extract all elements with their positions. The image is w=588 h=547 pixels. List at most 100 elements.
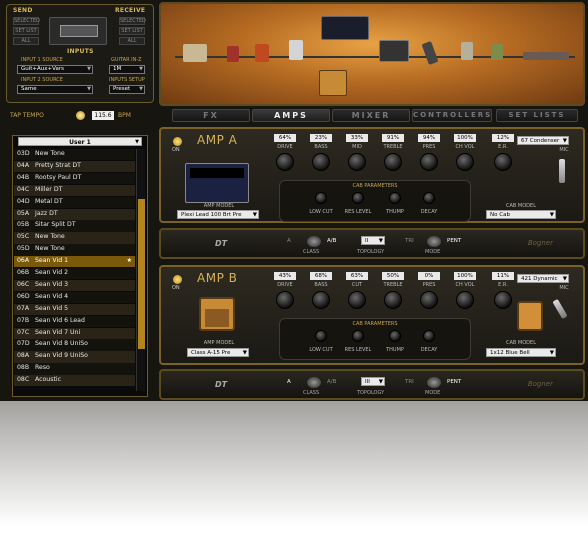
amp-a-cab-low-cut-knob[interactable] [315, 192, 327, 204]
preset-row[interactable]: 05C New Tone [14, 232, 135, 244]
amp-b-chvol-knob[interactable] [456, 291, 474, 309]
dt-b-mode-pent[interactable]: PENT [447, 379, 461, 385]
amp-a-drive-knob[interactable] [276, 153, 294, 171]
dt-a-class-a[interactable]: A [287, 238, 291, 244]
output-icon[interactable] [523, 52, 569, 60]
dt-a-mode-pent[interactable]: PENT [447, 238, 461, 244]
preset-row[interactable]: 06A Sean Vid 1 ★ [14, 256, 135, 268]
send-selected-button[interactable]: SELECTED [13, 17, 40, 25]
amp-b-pres-value[interactable]: 0% [418, 272, 440, 280]
amp-b-pres-knob[interactable] [420, 291, 438, 309]
dt-a-mode-tri[interactable]: TRI [405, 238, 414, 244]
amp-b-bass-value[interactable]: 68% [310, 272, 332, 280]
preset-row[interactable]: 06D Sean Vid 4 [14, 291, 135, 304]
amp-b-cab-low-cut-knob[interactable] [315, 330, 327, 342]
amp-b-cab-res-level-knob[interactable] [352, 330, 364, 342]
dt-b-mode-tri[interactable]: TRI [405, 379, 414, 385]
amp-b-treble-value[interactable]: 50% [382, 272, 404, 280]
amp-b-combo-icon[interactable] [319, 70, 347, 96]
amp-a-pres-knob[interactable] [420, 153, 438, 171]
preset-row[interactable]: 05B Sitar Split DT [14, 220, 135, 232]
preset-row[interactable]: 04C Miller DT [14, 184, 135, 197]
receive-selected-button[interactable]: SELECTED [119, 17, 146, 25]
dt-b-class-toggle[interactable] [307, 377, 321, 388]
receive-all-button[interactable]: ALL [119, 37, 145, 45]
amp-b-cab-thump-knob[interactable] [389, 330, 401, 342]
amp-b-drive-value[interactable]: 43% [274, 272, 296, 280]
amp-a-model-select[interactable]: Plexi Lead 100 Brt Pre ▼ [177, 210, 259, 219]
preset-row[interactable]: 07A Sean Vid 5 [14, 303, 135, 316]
preset-scrollbar[interactable] [136, 149, 145, 391]
amp-b-cab-model-select[interactable]: 1x12 Blue Bell ▼ [486, 348, 556, 357]
preset-row[interactable]: 07B Sean Vid 6 Lead [14, 315, 135, 327]
preset-row[interactable]: 04B Rootsy Paul DT [14, 172, 135, 185]
amp-a-cab-decay-knob[interactable] [423, 192, 435, 204]
amp-a-cab-model-select[interactable]: No Cab ▼ [486, 210, 556, 219]
fx-pedal-icon[interactable] [255, 44, 269, 62]
preset-row[interactable]: 06C Sean Vid 3 [14, 279, 135, 292]
dt-a-class-toggle[interactable] [307, 236, 321, 247]
amp-a-on-led[interactable] [173, 137, 182, 146]
preset-row[interactable]: 08A Sean Vid 9 UniSo [14, 351, 135, 363]
fx-pedal-icon[interactable] [227, 46, 239, 62]
amp-a-bass-value[interactable]: 23% [310, 134, 332, 142]
amp-b-model-select[interactable]: Class A-15 Pre ▼ [187, 348, 249, 357]
amp-b-bass-knob[interactable] [312, 291, 330, 309]
amp-a-er-value[interactable]: 12% [492, 134, 514, 142]
amp-a-cab-thump-knob[interactable] [389, 192, 401, 204]
amp-b-chvol-value[interactable]: 100% [454, 272, 476, 280]
amp-a-pres-value[interactable]: 94% [418, 134, 440, 142]
amp-a-treble-value[interactable]: 91% [382, 134, 404, 142]
preset-row[interactable]: 06B Sean Vid 2 [14, 268, 135, 280]
dt-a-class-ab[interactable]: A/B [327, 238, 336, 244]
amp-b-mic-select[interactable]: 421 Dynamic ▼ [517, 274, 569, 283]
tab-amps[interactable]: AMPS [252, 109, 330, 122]
scroll-thumb[interactable] [138, 199, 145, 349]
preset-row[interactable]: 08C Acoustic [14, 375, 135, 387]
preset-row[interactable]: 03D New Tone [14, 149, 135, 161]
fx-pedal-icon[interactable] [421, 40, 439, 66]
dt-b-class-a[interactable]: A [287, 379, 291, 385]
receive-set-list-button[interactable]: SET LIST [119, 27, 145, 35]
amp-a-mid-value[interactable]: 33% [346, 134, 368, 142]
fx-pedal-icon[interactable] [461, 42, 473, 60]
amp-a-head-icon[interactable] [321, 16, 369, 40]
amp-a-treble-knob[interactable] [384, 153, 402, 171]
preset-row[interactable]: 07C Sean Vid 7 Uni [14, 327, 135, 339]
send-all-button[interactable]: ALL [13, 37, 39, 45]
tempo-value[interactable]: 115.6 [92, 111, 114, 120]
amp-a-bass-knob[interactable] [312, 153, 330, 171]
amp-b-drive-knob[interactable] [276, 291, 294, 309]
preset-row[interactable]: 05A Jazz DT [14, 208, 135, 220]
amp-a-chvol-knob[interactable] [456, 153, 474, 171]
tab-mixer[interactable]: MIXER [332, 109, 410, 122]
amp-a-er-knob[interactable] [494, 153, 512, 171]
amp-b-cut-knob[interactable] [348, 291, 366, 309]
input2-select[interactable]: Same ▼ [17, 85, 93, 94]
amp-b-cab-decay-knob[interactable] [423, 330, 435, 342]
mixer-icon[interactable] [379, 40, 409, 62]
preset-row[interactable]: 08B Reso [14, 363, 135, 375]
dt-a-mode-toggle[interactable] [427, 236, 441, 247]
amp-a-cab-res-level-knob[interactable] [352, 192, 364, 204]
dt-b-topology-select[interactable]: III ▼ [361, 377, 385, 386]
amp-b-er-knob[interactable] [494, 291, 512, 309]
tab-fx[interactable]: FX [172, 109, 250, 122]
preset-row[interactable]: 05D New Tone [14, 244, 135, 256]
tab-set-lists[interactable]: SET LISTS [496, 109, 578, 122]
amp-a-chvol-value[interactable]: 100% [454, 134, 476, 142]
bank-select[interactable]: User 1 ▼ [18, 137, 142, 146]
tab-controllers[interactable]: CONTROLLERS [412, 109, 492, 122]
amp-b-on-led[interactable] [173, 275, 182, 284]
dt-b-class-ab[interactable]: A/B [327, 379, 336, 385]
fx-pedal-icon[interactable] [491, 44, 503, 60]
tap-tempo-label[interactable]: TAP TEMPO [10, 112, 44, 119]
amp-a-mic-select[interactable]: 67 Condenser ▼ [517, 136, 569, 145]
amp-b-cut-value[interactable]: 63% [346, 272, 368, 280]
preset-row[interactable]: 04A Pretty Strat DT [14, 160, 135, 173]
inputs-setup-select[interactable]: Preset ▼ [109, 85, 145, 94]
amp-b-treble-knob[interactable] [384, 291, 402, 309]
dt-a-topology-select[interactable]: II ▼ [361, 236, 385, 245]
amp-a-drive-value[interactable]: 64% [274, 134, 296, 142]
amp-b-er-value[interactable]: 11% [492, 272, 514, 280]
